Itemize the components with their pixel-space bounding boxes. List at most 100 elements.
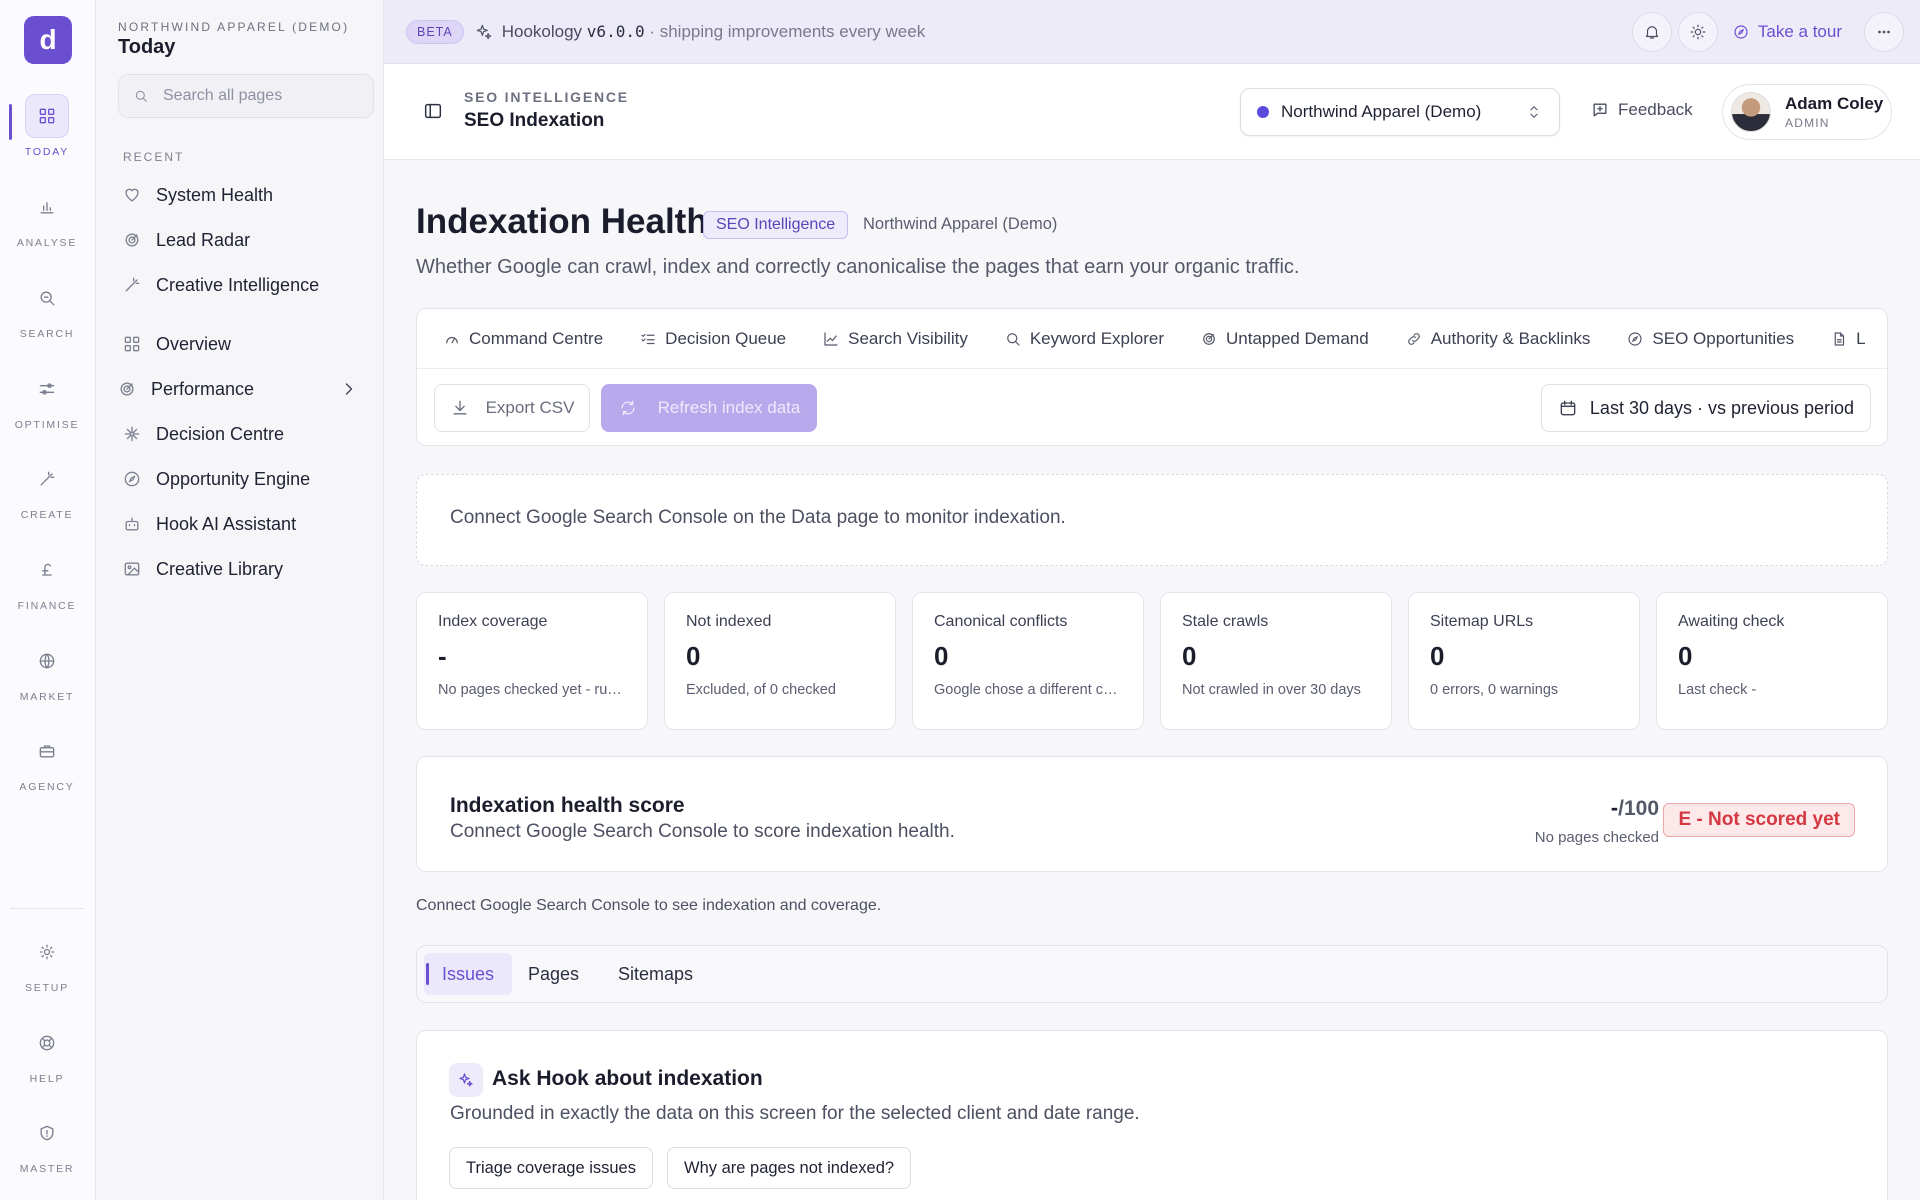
rail-item-setup[interactable]: SETUP [0,930,94,1010]
app-logo[interactable]: d [24,16,72,64]
lifebuoy-icon [25,1021,69,1065]
date-range-picker[interactable]: Last 30 days · vs previous period [1541,384,1871,432]
sidebar-title: Today [118,36,176,58]
kpi-subtext: Not crawled in over 30 days [1182,682,1361,698]
banner-app-name: Hookology [501,21,583,41]
tab-authority-backlinks[interactable]: Authority & Backlinks [1405,329,1590,349]
tab-keyword-explorer[interactable]: Keyword Explorer [1004,329,1164,349]
rail-item-master[interactable]: MASTER [0,1111,94,1191]
ask-hook-card: Ask Hook about indexation Grounded in ex… [416,1030,1888,1200]
client-selector[interactable]: Northwind Apparel (Demo) [1240,88,1560,136]
compass-icon [1628,331,1643,346]
export-csv-button[interactable]: Export CSV [434,384,590,432]
breadcrumb-section: SEO INTELLIGENCE [464,89,629,105]
shield-icon [25,1111,69,1155]
heart-icon [125,188,139,202]
kpi-subtext: Last check - [1678,682,1757,698]
rail-item-agency[interactable]: AGENCY [0,729,94,809]
sidebar-item-creative-library[interactable]: Creative Library [118,549,378,589]
export-csv-label: Export CSV [485,398,575,417]
line-chart-icon [824,331,838,346]
sidebar-toggle-icon[interactable] [422,100,444,122]
tab-label: Decision Queue [665,328,787,348]
rail-label: TODAY [24,146,70,158]
rail-item-help[interactable]: HELP [0,1021,94,1101]
suggestion-chip-why-not-indexed[interactable]: Why are pages not indexed? [667,1147,912,1189]
page-header: SEO INTELLIGENCE SEO Indexation Northwin… [384,64,1920,160]
refresh-icon [621,400,635,416]
sidebar-item-system-health[interactable]: System Health [118,175,378,215]
date-range-label: Last 30 days · vs previous period [1589,397,1855,418]
link-icon [1407,332,1420,345]
tab-command-centre[interactable]: Command Centre [443,329,603,349]
sidebar-item-label: Overview [156,333,232,354]
search-icon [1006,332,1020,346]
sidebar-item-creative-intelligence[interactable]: Creative Intelligence [118,265,378,305]
page-client-name: Northwind Apparel (Demo) [863,215,1058,233]
kpi-label: Canonical conflicts [934,613,1068,630]
theme-toggle-button[interactable] [1677,12,1718,52]
notifications-button[interactable] [1631,12,1672,52]
suggestion-chip-triage[interactable]: Triage coverage issues [449,1147,653,1189]
sidebar-item-label: Decision Centre [156,423,285,444]
rail-item-today[interactable]: TODAY [0,94,94,174]
tab-truncated[interactable]: L [1830,329,1866,349]
tab-seo-opportunities[interactable]: SEO Opportunities [1626,329,1794,349]
rail-item-optimise[interactable]: OPTIMISE [0,367,94,447]
feedback-button[interactable]: Feedback [1590,100,1693,120]
tab-untapped-demand[interactable]: Untapped Demand [1200,329,1369,349]
main-content: Indexation Health SEO Intelligence North… [384,160,1920,1200]
rail-item-search[interactable]: SEARCH [0,276,94,356]
sidebar-item-performance[interactable]: Performance [113,369,373,409]
rail-label: FINANCE [17,600,77,612]
tabs-card: Command Centre Decision Queue Search Vis… [416,308,1888,446]
page-title: Indexation Health [416,202,708,241]
sidebar-item-opportunity-engine[interactable]: Opportunity Engine [118,459,378,499]
kpi-card-stale-crawls: Stale crawls 0 Not crawled in over 30 da… [1160,592,1392,730]
tab-search-visibility[interactable]: Search Visibility [822,329,968,349]
sidebar-item-lead-radar[interactable]: Lead Radar [118,220,378,260]
dashboard-icon [124,336,140,352]
kpi-label: Awaiting check [1678,613,1785,630]
kpi-label: Not indexed [686,613,772,630]
rail-item-finance[interactable]: FINANCE [0,548,94,628]
gsc-note: Connect Google Search Console to see ind… [416,897,882,914]
chevron-right-icon[interactable] [339,379,359,399]
search-input[interactable]: Search all pages [118,74,374,118]
tab-decision-queue[interactable]: Decision Queue [639,329,786,349]
tab-label: Untapped Demand [1226,328,1369,348]
network-icon [124,426,140,442]
user-info: Adam Coley ADMIN [1785,94,1883,130]
sidebar-item-overview[interactable]: Overview [118,324,378,364]
grade-badge: E - Not scored yet [1663,803,1855,837]
subtab-sitemaps[interactable]: Sitemaps [600,953,711,995]
user-name: Adam Coley [1785,94,1884,113]
score-title: Indexation health score [450,794,685,817]
kpi-card-index-coverage: Index coverage - No pages checked yet - … [416,592,648,730]
sidebar-item-label: Opportunity Engine [156,468,311,489]
rail-label: MASTER [19,1163,75,1175]
kpi-card-sitemap-urls: Sitemap URLs 0 0 errors, 0 warnings [1408,592,1640,730]
refresh-index-button[interactable]: Refresh index data [601,384,817,432]
rail-label: ANALYSE [16,237,78,249]
rail-item-create[interactable]: CREATE [0,457,94,537]
take-tour-button[interactable]: Take a tour [1732,22,1842,42]
image-icon [124,562,140,576]
subtab-issues[interactable]: Issues [424,953,513,995]
sidebar-item-hook-ai-assistant[interactable]: Hook AI Assistant [118,504,378,544]
kpi-value: 0 [1678,641,1693,671]
header-title: SEO Indexation [464,110,605,131]
sidebar-item-decision-centre[interactable]: Decision Centre [118,414,378,454]
more-options-button[interactable] [1864,12,1904,52]
rail-item-analyse[interactable]: ANALYSE [0,185,94,265]
magic-wand-icon [125,277,140,292]
pound-icon [25,548,69,592]
kpi-label: Stale crawls [1182,613,1269,630]
subtab-pages[interactable]: Pages [510,953,597,995]
rail-item-market[interactable]: MARKET [0,639,94,719]
magic-wand-icon [25,457,69,501]
kpi-label: Sitemap URLs [1430,613,1534,630]
recent-label: RECENT [123,150,185,164]
user-menu[interactable]: Adam Coley ADMIN [1722,84,1892,140]
gauge-icon [446,336,458,343]
